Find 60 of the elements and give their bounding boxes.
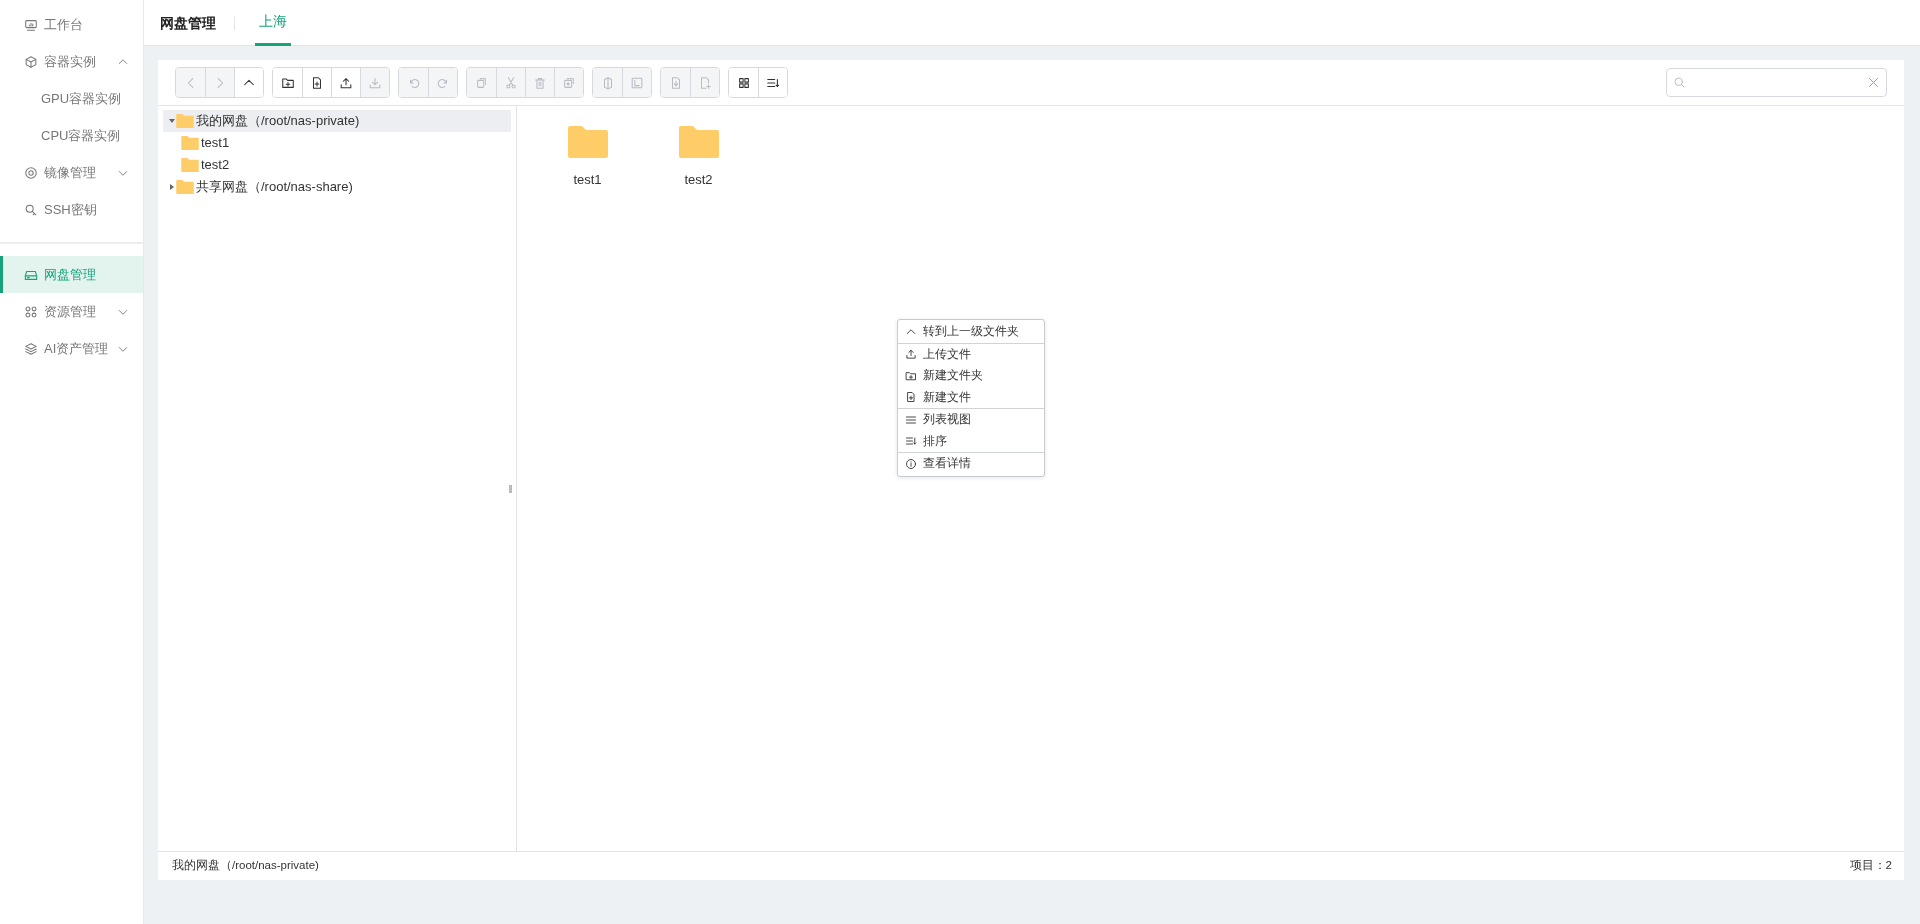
sidebar-subitem[interactable]: GPU容器实例: [0, 80, 143, 117]
menu-item[interactable]: 上传文件: [898, 343, 1044, 365]
search-icon: [1673, 76, 1686, 89]
upload-icon: [905, 348, 917, 361]
download-icon: [368, 75, 382, 90]
folder-icon: [181, 158, 199, 172]
search-field[interactable]: [1666, 68, 1887, 97]
sort-button[interactable]: [758, 68, 787, 97]
paste-icon: [562, 75, 576, 90]
menu-item[interactable]: 新建文件: [898, 386, 1044, 408]
file-name[interactable]: test2: [684, 170, 713, 190]
scissors-icon: [504, 75, 518, 90]
folder-plus-icon: [280, 75, 295, 90]
sidebar-item[interactable]: 资源管理: [0, 293, 143, 330]
trash-icon: [533, 75, 547, 90]
folder-icon: [176, 114, 194, 128]
layers-icon: [24, 341, 38, 356]
sidebar-item[interactable]: 容器实例: [0, 43, 143, 80]
menu-item[interactable]: 列表视图: [898, 409, 1044, 431]
folder-icon: [176, 180, 194, 194]
tree-node[interactable]: 共享网盘（/root/nas-share): [163, 176, 511, 198]
sidebar-item[interactable]: SSH密钥: [0, 191, 143, 228]
menu-item[interactable]: 转到上一级文件夹: [898, 321, 1044, 343]
document-plus-icon: [310, 75, 324, 90]
monitor-icon: [24, 17, 38, 32]
folder-plus-icon: [905, 369, 917, 382]
tree-node[interactable]: test1: [163, 132, 511, 154]
upload-icon: [339, 75, 353, 90]
resize-handle-icon[interactable]: [509, 485, 512, 494]
caret-down-icon: [168, 118, 175, 124]
caret-right-icon: [168, 184, 175, 190]
sidebar-subitem[interactable]: CPU容器实例: [0, 117, 143, 154]
key-search-icon: [24, 202, 38, 217]
folder-icon: [181, 136, 199, 150]
sidebar-item[interactable]: 镜像管理: [0, 154, 143, 191]
cube-icon: [24, 54, 38, 69]
menu-item[interactable]: 新建文件夹: [898, 365, 1044, 387]
folder-icon: [678, 126, 719, 158]
sidebar-item[interactable]: 工作台: [0, 6, 143, 43]
document-plus-icon: [905, 391, 917, 404]
copy-icon: [474, 75, 489, 90]
disc-icon: [24, 165, 38, 180]
four-circles-icon: [24, 304, 38, 319]
grid-view-icon: [736, 75, 751, 90]
tree-node[interactable]: test2: [163, 154, 511, 176]
sort-icon: [905, 435, 917, 448]
sidebar-item[interactable]: AI资产管理: [0, 330, 143, 367]
up-button[interactable]: [234, 68, 263, 97]
menu-item[interactable]: 查看详情: [898, 453, 1044, 475]
tree-node[interactable]: 我的网盘（/root/nas-private): [163, 110, 511, 132]
folder-icon: [567, 126, 608, 158]
file-upload-icon: [698, 75, 712, 90]
clear-icon: [1867, 76, 1880, 89]
page-title: 网盘管理: [160, 15, 235, 30]
file-name[interactable]: test1: [573, 170, 602, 190]
list-icon: [905, 413, 917, 426]
menu-item[interactable]: 排序: [898, 430, 1044, 452]
current-path: 我的网盘（/root/nas-private): [172, 858, 319, 874]
info-icon: [905, 457, 917, 470]
item-count: 项目：2: [1849, 858, 1892, 874]
